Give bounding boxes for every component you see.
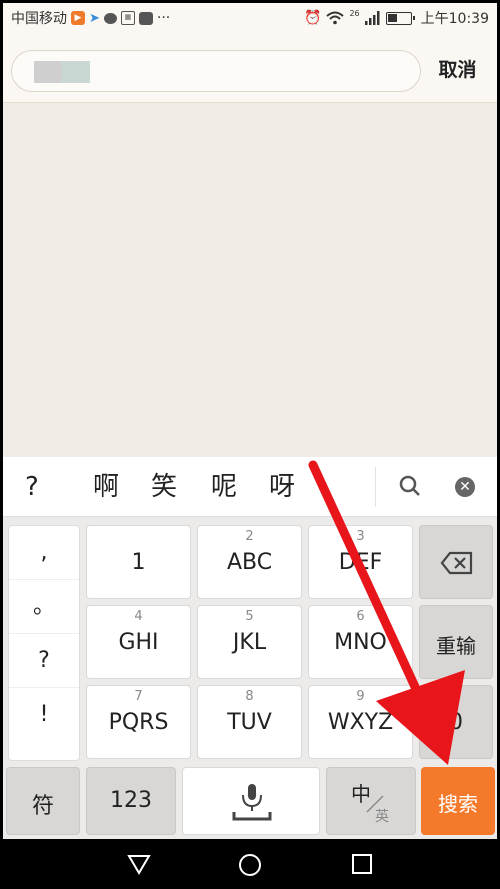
- recents-icon[interactable]: [351, 853, 373, 875]
- numbers-key[interactable]: 123: [86, 767, 176, 835]
- candidate-ne[interactable]: 呢: [211, 469, 237, 505]
- key-5[interactable]: 5 JKL: [197, 605, 302, 679]
- key-8[interactable]: 8 TUV: [197, 685, 302, 759]
- punct-comma[interactable]: ,: [9, 526, 79, 580]
- key-number: 6: [356, 609, 365, 624]
- close-keyboard-icon[interactable]: ✕: [455, 477, 475, 497]
- search-input[interactable]: [11, 50, 421, 92]
- search-icon[interactable]: [395, 471, 427, 503]
- app-box-icon: ▦: [120, 11, 135, 25]
- blurred-text: [34, 61, 62, 83]
- candidate-divider: [375, 467, 376, 507]
- video-app-icon: ▶: [71, 11, 85, 25]
- key-label: DEF: [338, 550, 383, 575]
- key-number: 9: [356, 689, 365, 704]
- key-7[interactable]: 7 PQRS: [86, 685, 191, 759]
- key-number: 7: [134, 689, 143, 704]
- search-key[interactable]: 搜索: [421, 767, 495, 835]
- key-label: MNO: [334, 630, 387, 655]
- key-number: 3: [356, 529, 365, 544]
- signal-icon: [364, 11, 380, 25]
- key-0[interactable]: 0: [419, 685, 493, 759]
- key-label: 123: [110, 788, 152, 813]
- network-type-label: 26: [349, 8, 360, 18]
- key-number: 5: [245, 609, 254, 624]
- key-label: 符: [31, 794, 54, 819]
- search-header: 取消: [3, 33, 497, 103]
- key-label: 1: [131, 550, 146, 575]
- navigation-bar: [3, 839, 497, 886]
- key-1[interactable]: 1: [86, 525, 191, 599]
- key-label: ABC: [226, 550, 273, 575]
- candidate-bar: ? 啊 笑 呢 呀 ✕: [3, 457, 497, 517]
- punctuation-list: , 。 ? !: [8, 525, 80, 761]
- key-label: 0: [449, 710, 463, 735]
- key-number: 4: [134, 609, 143, 624]
- more-notifications-icon: ···: [156, 10, 171, 26]
- status-bar: 中国移动 ▶ ➤ ▦ ··· ⏰ 26 上午10:39: [3, 3, 497, 33]
- symbols-key[interactable]: 符: [6, 767, 80, 835]
- news-icon: [138, 11, 153, 25]
- carrier-label: 中国移动: [11, 11, 67, 27]
- key-label: WXYZ: [327, 710, 394, 735]
- alarm-icon: ⏰: [304, 10, 322, 26]
- candidate-xiao[interactable]: 笑: [151, 469, 177, 505]
- chat-icon: [103, 12, 117, 24]
- wifi-icon: [326, 11, 345, 25]
- key-label: JKL: [232, 630, 267, 655]
- reenter-key[interactable]: 重输: [419, 605, 493, 679]
- key-label: 重输: [436, 634, 476, 658]
- battery-icon: [385, 11, 415, 25]
- punct-question[interactable]: ?: [9, 634, 79, 688]
- candidate-a[interactable]: 啊: [93, 469, 119, 505]
- key-number: 2: [245, 529, 254, 544]
- punct-exclaim[interactable]: !: [9, 688, 79, 742]
- home-icon[interactable]: [238, 853, 262, 877]
- language-switch-key[interactable]: 中 英: [326, 767, 416, 835]
- key-number: 8: [245, 689, 254, 704]
- screen: 中国移动 ▶ ➤ ▦ ··· ⏰ 26 上午10:39 取消 ? 啊 笑 呢 呀…: [3, 3, 497, 886]
- cancel-button[interactable]: 取消: [430, 55, 485, 85]
- backspace-icon: [440, 551, 473, 575]
- key-label: GHI: [118, 630, 159, 655]
- key-6[interactable]: 6 MNO: [308, 605, 413, 679]
- blurred-text: [62, 61, 90, 83]
- key-label: 搜索: [438, 792, 478, 816]
- key-label: TUV: [227, 710, 272, 735]
- search-results-area: [3, 103, 497, 457]
- keyboard: ? 啊 笑 呢 呀 ✕ , 。 ? ! 1 2 ABC 3 DEF 4 GHI …: [3, 457, 497, 839]
- candidate-ya[interactable]: 呀: [269, 469, 295, 505]
- paper-plane-icon: ➤: [89, 10, 100, 26]
- lang-en-label: 英: [375, 809, 389, 825]
- key-3[interactable]: 3 DEF: [308, 525, 413, 599]
- key-label: PQRS: [108, 710, 169, 735]
- key-9[interactable]: 9 WXYZ: [308, 685, 413, 759]
- key-4[interactable]: 4 GHI: [86, 605, 191, 679]
- microphone-icon: [232, 784, 272, 821]
- clock-time: 上午10:39: [420, 11, 489, 27]
- backspace-key[interactable]: [419, 525, 493, 599]
- candidate-question[interactable]: ?: [25, 469, 39, 505]
- voice-space-key[interactable]: [182, 767, 320, 835]
- back-icon[interactable]: [127, 853, 151, 875]
- key-2[interactable]: 2 ABC: [197, 525, 302, 599]
- punct-period[interactable]: 。: [9, 580, 79, 634]
